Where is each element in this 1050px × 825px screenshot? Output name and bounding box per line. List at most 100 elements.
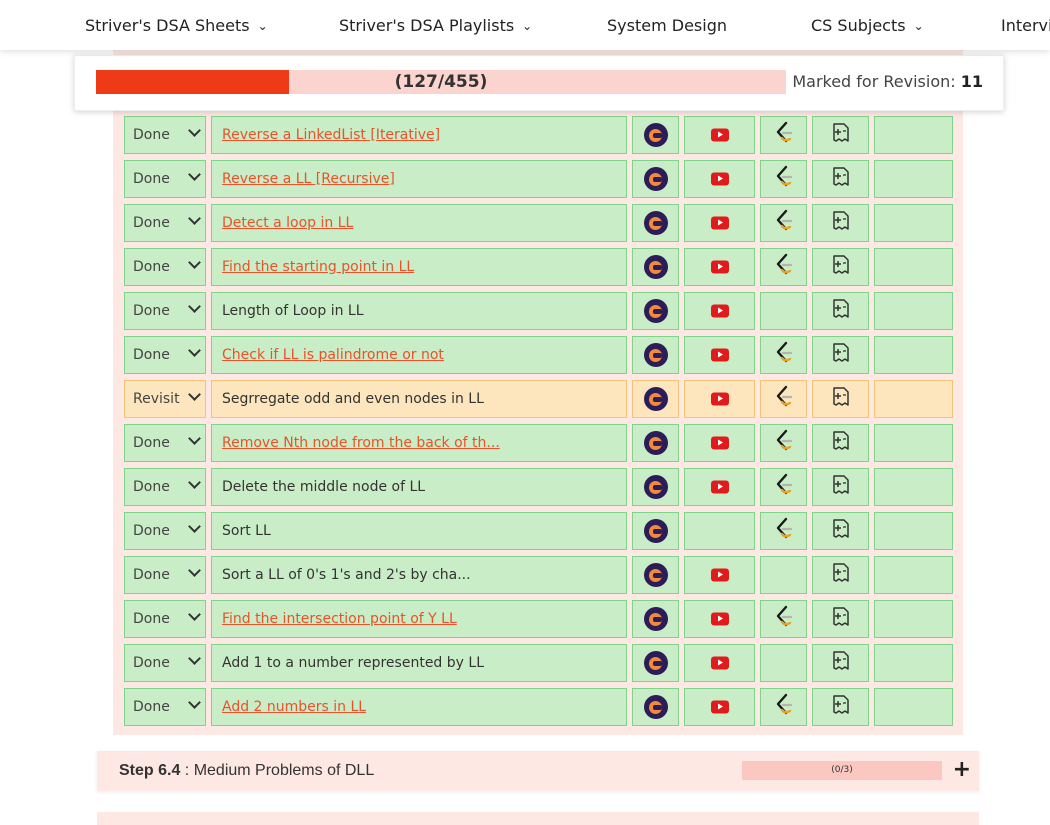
status-dropdown[interactable]: Done [124, 556, 206, 594]
youtube-cell[interactable] [684, 160, 755, 198]
revision-cell[interactable] [874, 644, 953, 682]
leetcode-cell[interactable] [760, 424, 807, 462]
problem-link[interactable]: Remove Nth node from the back of th... [222, 435, 500, 451]
leetcode-cell[interactable] [760, 204, 807, 242]
youtube-cell[interactable] [684, 424, 755, 462]
problem-name-cell[interactable]: Reverse a LL [Recursive] [211, 160, 627, 198]
leetcode-icon[interactable] [773, 693, 795, 721]
revision-cell[interactable] [874, 424, 953, 462]
status-dropdown[interactable]: Done [124, 204, 206, 242]
notes-cell[interactable] [812, 468, 869, 506]
leetcode-cell[interactable] [760, 116, 807, 154]
add-note-icon[interactable] [831, 254, 851, 280]
codingninjas-cell[interactable] [632, 600, 679, 638]
leetcode-cell[interactable] [760, 248, 807, 286]
youtube-icon[interactable] [710, 172, 729, 186]
youtube-icon[interactable] [710, 700, 729, 714]
youtube-cell[interactable] [684, 336, 755, 374]
revision-cell[interactable] [874, 160, 953, 198]
codingninjas-cell[interactable] [632, 556, 679, 594]
youtube-cell[interactable] [684, 292, 755, 330]
codingninjas-cell[interactable] [632, 248, 679, 286]
revision-cell[interactable] [874, 512, 953, 550]
codingninjas-icon[interactable] [643, 211, 668, 235]
youtube-icon[interactable] [710, 480, 729, 494]
leetcode-icon[interactable] [773, 121, 795, 149]
codingninjas-icon[interactable] [643, 387, 668, 411]
youtube-icon[interactable] [710, 436, 729, 450]
status-dropdown[interactable]: Done [124, 336, 206, 374]
codingninjas-cell[interactable] [632, 380, 679, 418]
status-dropdown[interactable]: Done [124, 688, 206, 726]
status-dropdown[interactable]: Done [124, 512, 206, 550]
notes-cell[interactable] [812, 336, 869, 374]
add-note-icon[interactable] [831, 562, 851, 588]
codingninjas-icon[interactable] [643, 695, 668, 719]
revision-cell[interactable] [874, 688, 953, 726]
status-dropdown[interactable]: Done [124, 248, 206, 286]
codingninjas-cell[interactable] [632, 688, 679, 726]
youtube-icon[interactable] [710, 348, 729, 362]
add-note-icon[interactable] [831, 430, 851, 456]
add-note-icon[interactable] [831, 342, 851, 368]
expand-icon[interactable]: + [953, 757, 971, 782]
youtube-cell[interactable] [684, 468, 755, 506]
codingninjas-icon[interactable] [643, 123, 668, 147]
nav-dsa-playlists[interactable]: Striver's DSA Playlists ⌄ [339, 16, 532, 35]
problem-name-cell[interactable]: Reverse a LinkedList [Iterative] [211, 116, 627, 154]
codingninjas-icon[interactable] [643, 519, 668, 543]
revision-cell[interactable] [874, 116, 953, 154]
nav-interview[interactable]: Intervi [1001, 16, 1050, 35]
revision-cell[interactable] [874, 468, 953, 506]
codingninjas-cell[interactable] [632, 336, 679, 374]
status-dropdown[interactable]: Done [124, 424, 206, 462]
youtube-cell[interactable] [684, 556, 755, 594]
status-dropdown[interactable]: Done [124, 116, 206, 154]
codingninjas-icon[interactable] [643, 607, 668, 631]
notes-cell[interactable] [812, 424, 869, 462]
youtube-cell[interactable] [684, 600, 755, 638]
problem-name-cell[interactable]: Check if LL is palindrome or not [211, 336, 627, 374]
add-note-icon[interactable] [831, 694, 851, 720]
add-note-icon[interactable] [831, 386, 851, 412]
youtube-cell[interactable] [684, 204, 755, 242]
notes-cell[interactable] [812, 512, 869, 550]
codingninjas-icon[interactable] [643, 651, 668, 675]
youtube-icon[interactable] [710, 304, 729, 318]
nav-system-design[interactable]: System Design [607, 16, 727, 35]
status-dropdown[interactable]: Done [124, 468, 206, 506]
problem-name-cell[interactable]: Detect a loop in LL [211, 204, 627, 242]
add-note-icon[interactable] [831, 166, 851, 192]
youtube-icon[interactable] [710, 128, 729, 142]
revision-cell[interactable] [874, 204, 953, 242]
codingninjas-cell[interactable] [632, 512, 679, 550]
revision-cell[interactable] [874, 380, 953, 418]
youtube-cell[interactable] [684, 380, 755, 418]
codingninjas-icon[interactable] [643, 431, 668, 455]
notes-cell[interactable] [812, 204, 869, 242]
revision-cell[interactable] [874, 336, 953, 374]
leetcode-icon[interactable] [773, 165, 795, 193]
codingninjas-cell[interactable] [632, 468, 679, 506]
problem-name-cell[interactable]: Find the starting point in LL [211, 248, 627, 286]
revision-cell[interactable] [874, 600, 953, 638]
notes-cell[interactable] [812, 160, 869, 198]
problem-name-cell[interactable]: Remove Nth node from the back of th... [211, 424, 627, 462]
codingninjas-icon[interactable] [643, 255, 668, 279]
leetcode-cell[interactable] [760, 160, 807, 198]
add-note-icon[interactable] [831, 298, 851, 324]
revision-cell[interactable] [874, 292, 953, 330]
codingninjas-cell[interactable] [632, 292, 679, 330]
youtube-icon[interactable] [710, 656, 729, 670]
youtube-cell[interactable] [684, 644, 755, 682]
notes-cell[interactable] [812, 116, 869, 154]
problem-link[interactable]: Check if LL is palindrome or not [222, 347, 444, 363]
add-note-icon[interactable] [831, 122, 851, 148]
codingninjas-cell[interactable] [632, 424, 679, 462]
codingninjas-icon[interactable] [643, 167, 668, 191]
youtube-icon[interactable] [710, 568, 729, 582]
notes-cell[interactable] [812, 248, 869, 286]
status-dropdown[interactable]: Done [124, 644, 206, 682]
add-note-icon[interactable] [831, 518, 851, 544]
notes-cell[interactable] [812, 644, 869, 682]
